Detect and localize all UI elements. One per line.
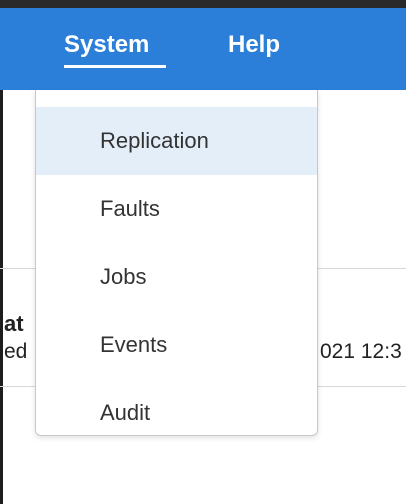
dropdown-menu-list: Replication Faults Jobs Events Audit	[36, 107, 317, 447]
menu-item-jobs[interactable]: Jobs	[36, 243, 317, 311]
menu-item-audit[interactable]: Audit	[36, 379, 317, 447]
background-date-text: 021 12:3	[320, 340, 402, 363]
menu-item-replication[interactable]: Replication	[36, 107, 317, 175]
nav-help[interactable]: Help	[228, 31, 280, 59]
system-dropdown-menu: Replication Faults Jobs Events Audit	[35, 90, 318, 436]
top-strip	[0, 0, 406, 8]
menu-item-events[interactable]: Events	[36, 311, 317, 379]
nav-active-underline	[64, 65, 166, 68]
nav-system[interactable]: System	[64, 31, 149, 59]
top-nav-bar: System Help	[0, 8, 406, 90]
menu-item-faults[interactable]: Faults	[36, 175, 317, 243]
app-window: System Help at ed 021 12:3 Replication F…	[0, 0, 406, 504]
background-heading: at	[4, 311, 24, 336]
background-status-text: ed	[4, 340, 28, 363]
